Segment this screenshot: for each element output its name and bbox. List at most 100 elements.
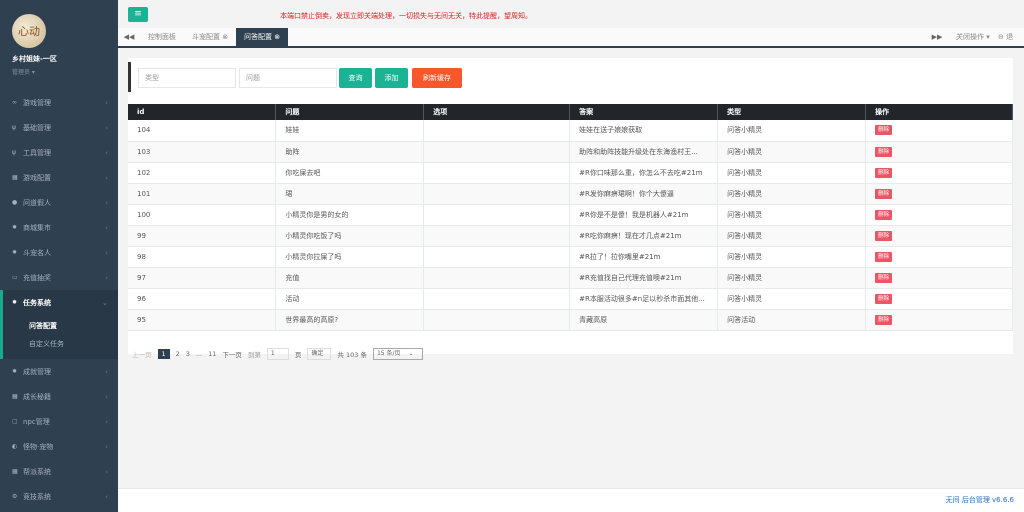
page-1-button[interactable]: 1 xyxy=(157,349,170,359)
delete-button[interactable]: 删除 xyxy=(875,167,893,178)
table-body: 104 娃娃 娃娃在送子娘娘获取 问答小精灵 删除 103 助阵 助阵和助阵技能升级处在东海渔… xyxy=(128,120,1013,331)
sidebar-menu: ∞ 游戏管理 ‹ ψ 基础管理 ‹ ψ 工具管理 ‹ ▦ 游戏配置 ‹ ● 问道假人 ‹ ✹ 商城集市 ‹ ✹ 斗宠名… xyxy=(0,90,118,509)
page-size-select[interactable]: 15 条/页 ⌄ xyxy=(372,348,424,360)
table-cell: 103 xyxy=(128,141,277,163)
table-cell: #R本服活动很多#n足以秒杀市面其他... xyxy=(569,288,719,310)
table-cell: 小精灵你吃饭了吗 xyxy=(275,225,425,247)
tab-bar: ◀◀ 控制面板 斗宠配置 ⊗ 问答配置 ⊗ ▶▶ 关闭操作 ▾ ⊖ 退出 xyxy=(118,28,1024,59)
sidebar-item-6[interactable]: ✹ 斗宠名人 ‹ xyxy=(0,240,118,265)
prev-page-button[interactable]: 上一页 xyxy=(132,349,152,359)
user-role-dropdown[interactable]: 管理员 ▾ xyxy=(12,67,118,76)
delete-button[interactable]: 删除 xyxy=(875,272,893,283)
column-header[interactable]: 答案 xyxy=(569,104,719,120)
question-input[interactable]: 问题 xyxy=(239,68,337,88)
delete-button[interactable]: 删除 xyxy=(875,230,893,241)
delete-button[interactable]: 删除 xyxy=(875,293,893,304)
column-header[interactable]: 问题 xyxy=(275,104,425,120)
sidebar-item-3[interactable]: ▦ 游戏配置 ‹ xyxy=(0,165,118,190)
table-row[interactable]: 98 小精灵你拉屎了吗 #R拉了！拉你嘴里#21m 问答小精灵 删除 xyxy=(128,246,1013,268)
sidebar-item-14[interactable]: ⚙ 竞技系统 ‹ xyxy=(0,484,118,509)
table-cell: 95 xyxy=(128,309,277,331)
table-cell xyxy=(423,246,571,268)
sidebar-item-7[interactable]: ▭ 充值抽奖 ‹ xyxy=(0,265,118,290)
page-number-input[interactable]: 1 xyxy=(266,348,289,360)
sidebar: 心动 乡村姐妹-一区 管理员 ▾ ∞ 游戏管理 ‹ ψ 基础管理 ‹ ψ 工具管理 ‹ ▦ 游戏配置… xyxy=(0,0,118,512)
column-header[interactable]: 类型 xyxy=(717,104,867,120)
next-page-button[interactable]: 下一页 xyxy=(222,349,242,359)
table-row[interactable]: 104 娃娃 娃娃在送子娘娘获取 问答小精灵 删除 xyxy=(128,120,1013,142)
page-11-button[interactable]: 11 xyxy=(208,350,216,358)
page-2-button[interactable]: 2 xyxy=(176,350,180,358)
table-cell: 问答小精灵 xyxy=(717,267,867,289)
sidebar-item-0[interactable]: ∞ 游戏管理 ‹ xyxy=(0,90,118,115)
delete-button[interactable]: 删除 xyxy=(875,125,893,136)
table-row[interactable]: 100 小精灵你是男的女的 #R你是不是傻！我是机器人#21m 问答小精灵 删除 xyxy=(128,204,1013,226)
avatar[interactable]: 心动 xyxy=(12,14,46,48)
table-cell: 问答小精灵 xyxy=(717,288,867,310)
sidebar-item-11[interactable]: ▢ npc管理 ‹ xyxy=(0,409,118,434)
footer-version: 无间 后台管理 v6.6.6 xyxy=(945,496,1014,504)
chevron-icon: ‹ xyxy=(105,223,108,232)
table-row[interactable]: 103 助阵 助阵和助阵技能升级处在东海渔村王... 问答小精灵 删除 xyxy=(128,141,1013,163)
table-cell: 充值 xyxy=(275,267,425,289)
user-name[interactable]: 乡村姐妹-一区 xyxy=(12,54,118,64)
delete-button[interactable]: 删除 xyxy=(875,209,893,220)
table-cell: 98 xyxy=(128,246,277,268)
table-cell: #R发你麻痹珺啊！你个大傻逼 xyxy=(569,183,719,205)
sidebar-item-10[interactable]: ▦ 成长秘籍 ‹ xyxy=(0,384,118,409)
table-row[interactable]: 99 小精灵你吃饭了吗 #R吃你麻痹！现在才几点#21m 问答小精灵 删除 xyxy=(128,225,1013,247)
sidebar-item-label: 游戏配置 xyxy=(23,173,51,182)
chevron-icon: ‹ xyxy=(105,123,108,132)
sidebar-item-13[interactable]: ▦ 帮派系统 ‹ xyxy=(0,459,118,484)
query-button[interactable]: 查询 xyxy=(339,68,372,88)
page-3-button[interactable]: 3 xyxy=(186,350,190,358)
table-cell-actions: 删除 xyxy=(865,204,1013,226)
add-button[interactable]: 添加 xyxy=(375,68,408,88)
sidebar-item-4[interactable]: ● 问道假人 ‹ xyxy=(0,190,118,215)
notice-text: 本端口禁止倒卖，发现立即关端处理，一切损失与无间无关，特此提醒，望周知。 xyxy=(280,12,532,20)
delete-button[interactable]: 删除 xyxy=(875,188,893,199)
tab-scroll-left-icon[interactable]: ◀◀ xyxy=(122,28,136,46)
chevron-down-icon: ⌄ xyxy=(408,350,414,357)
delete-button[interactable]: 删除 xyxy=(875,251,893,262)
tab-pet-config[interactable]: 斗宠配置 ⊗ xyxy=(184,28,236,46)
tab-qa-config[interactable]: 问答配置 ⊗ xyxy=(236,28,289,46)
sidebar-item-2[interactable]: ψ 工具管理 ‹ xyxy=(0,140,118,165)
column-header[interactable]: 选项 xyxy=(423,104,571,120)
table-cell xyxy=(423,141,571,163)
tab-dashboard[interactable]: 控制面板 xyxy=(140,28,184,46)
delete-button[interactable]: 删除 xyxy=(875,146,893,157)
table-cell: 问答小精灵 xyxy=(717,162,867,184)
table-row[interactable]: 102 你吃屎去吧 #R你口味那么重，你怎么不去吃#21m 问答小精灵 删除 xyxy=(128,162,1013,184)
confirm-page-button[interactable]: 确定 xyxy=(307,348,332,360)
sidebar-item-1[interactable]: ψ 基础管理 ‹ xyxy=(0,115,118,140)
sidebar-item-8[interactable]: ✹ 任务系统 ⌄ xyxy=(0,290,118,315)
tool-icon: ψ xyxy=(12,149,16,156)
top-bar: ≡ 本端口禁止倒卖，发现立即关端处理，一切损失与无间无关，特此提醒，望周知。 xyxy=(118,0,1024,28)
table-row[interactable]: 97 充值 #R充值找自己代理充值噢#21m 问答小精灵 删除 xyxy=(128,267,1013,289)
table-icon: ▦ xyxy=(12,393,18,400)
sidebar-item-9[interactable]: ✹ 成就管理 ‹ xyxy=(0,359,118,384)
sidebar-item-12[interactable]: ◐ 怪物·宠物 ‹ xyxy=(0,434,118,459)
delete-button[interactable]: 删除 xyxy=(875,314,893,325)
chevron-icon: ‹ xyxy=(105,198,108,207)
table-row[interactable]: 101 珺 #R发你麻痹珺啊！你个大傻逼 问答小精灵 删除 xyxy=(128,183,1013,205)
refresh-cache-button[interactable]: 刷新缓存 xyxy=(412,68,462,88)
submenu-item-0[interactable]: 问答配置 xyxy=(3,317,118,335)
column-header[interactable]: 操作 xyxy=(865,104,1013,120)
type-input[interactable]: 类型 xyxy=(138,68,236,88)
tab-scroll-right-icon[interactable]: ▶▶ xyxy=(930,28,944,46)
submenu-item-1[interactable]: 自定义任务 xyxy=(3,335,118,353)
user-icon: ● xyxy=(12,199,18,206)
table-cell xyxy=(423,120,571,142)
menu-toggle-button[interactable]: ≡ xyxy=(128,7,148,22)
table-row[interactable]: 96 活动 #R本服活动很多#n足以秒杀市面其他... 问答小精灵 删除 xyxy=(128,288,1013,310)
logout-button[interactable]: ⊖ 退出 xyxy=(990,28,1024,59)
table-cell: 102 xyxy=(128,162,277,184)
table-cell: 活动 xyxy=(275,288,425,310)
sidebar-item-5[interactable]: ✹ 商城集市 ‹ xyxy=(0,215,118,240)
table-row[interactable]: 95 世界最高的高原? 青藏高原 问答活动 删除 xyxy=(128,309,1013,331)
column-header[interactable]: id xyxy=(128,104,277,120)
hamburger-icon: ≡ xyxy=(134,9,142,19)
chevron-icon: ‹ xyxy=(105,392,108,401)
